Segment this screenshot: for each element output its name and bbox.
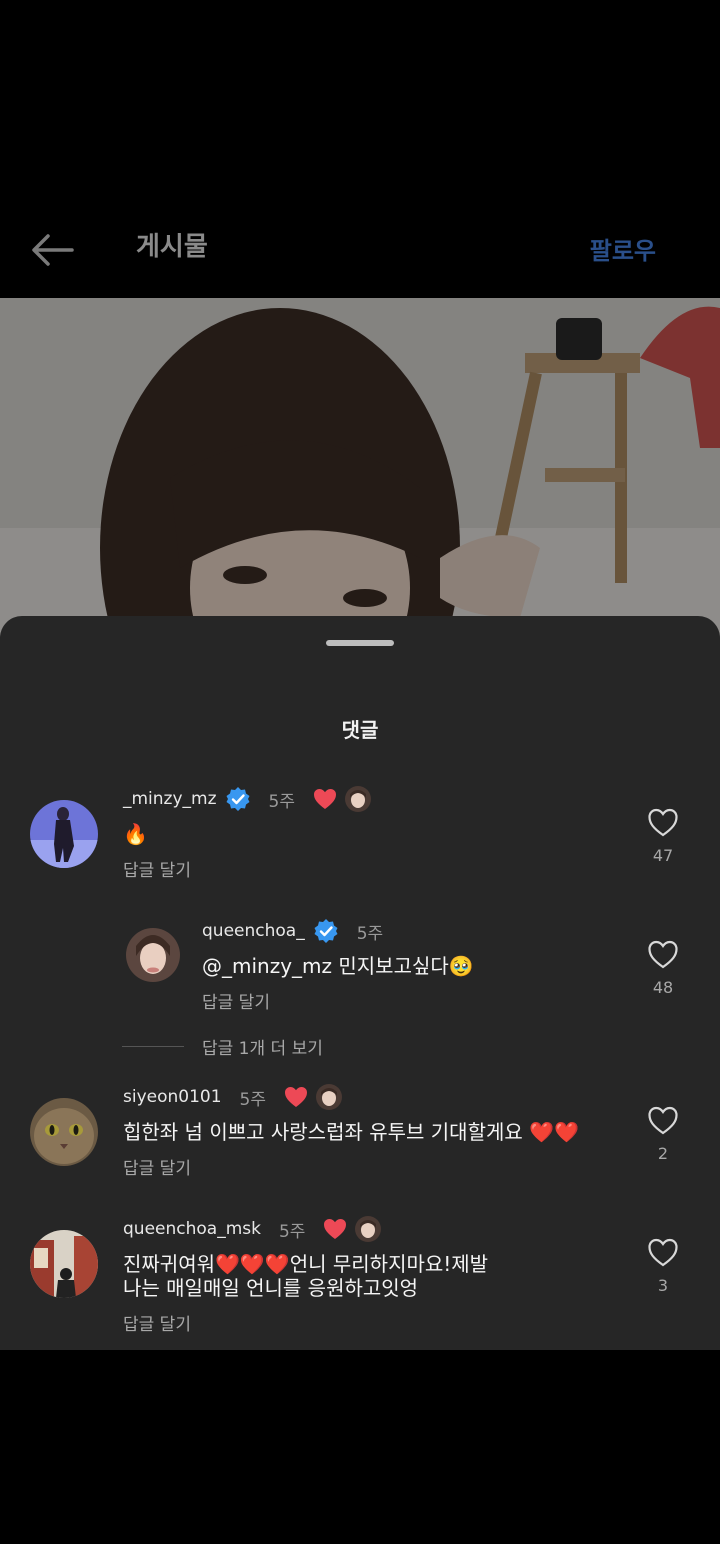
follow-button[interactable]: 팔로우: [590, 234, 656, 268]
status-bar-area: [0, 0, 720, 210]
author-avatar: [345, 786, 371, 812]
divider: [122, 1046, 184, 1047]
sheet-title: 댓글: [341, 718, 379, 742]
heart-filled-icon: [323, 1218, 347, 1240]
heart-outline-icon[interactable]: [647, 1106, 679, 1136]
top-bar: 게시물 팔로우: [0, 210, 720, 298]
verified-badge-icon: [313, 918, 339, 944]
comments-sheet: 댓글 _minzy_mz 5주 🔥 답글 달기 47 queenchoa_ 5주…: [0, 616, 720, 1350]
view-more-replies-label: 답글 1개 더 보기: [202, 1039, 323, 1059]
heart-filled-icon: [284, 1086, 308, 1108]
back-arrow-icon[interactable]: [28, 230, 76, 270]
comment-body: queenchoa_ 5주 @_minzy_mz 민지보고싶다🥹 답글 달기: [202, 916, 610, 1013]
comment-text: 힙한좌 넘 이쁘고 사랑스럽좌 유투브 기대할게요 ❤️❤️: [123, 1120, 579, 1144]
comment-body: queenchoa_msk 5주 진짜귀여워❤️❤️❤️언니 무리하지마요!제발…: [123, 1214, 610, 1335]
view-more-replies[interactable]: 답글 1개 더 보기: [122, 1034, 323, 1059]
comment-time: 5주: [356, 923, 384, 944]
avatar[interactable]: [30, 800, 98, 868]
comment-text: 🔥: [123, 822, 148, 846]
like-column: 47: [640, 808, 686, 865]
avatar[interactable]: [30, 1230, 98, 1298]
avatar[interactable]: [126, 928, 180, 982]
bottom-area: [0, 1350, 720, 1544]
like-column: 3: [640, 1238, 686, 1295]
like-column: 2: [640, 1106, 686, 1163]
heart-outline-icon[interactable]: [647, 808, 679, 838]
reply-button[interactable]: 답글 달기: [202, 988, 270, 1013]
comment-body: siyeon0101 5주 힙한좌 넘 이쁘고 사랑스럽좌 유투브 기대할게요 …: [123, 1082, 610, 1179]
like-count: 3: [657, 1276, 669, 1295]
avatar[interactable]: [30, 1098, 98, 1166]
reply-button[interactable]: 답글 달기: [123, 1310, 191, 1335]
comment-body: _minzy_mz 5주 🔥 답글 달기: [123, 784, 610, 881]
heart-filled-icon: [313, 788, 337, 810]
heart-outline-icon[interactable]: [647, 1238, 679, 1268]
page-title: 게시물: [136, 232, 208, 262]
comment-time: 5주: [268, 791, 295, 812]
reply-button[interactable]: 답글 달기: [123, 1154, 191, 1179]
username[interactable]: siyeon0101: [123, 1087, 222, 1107]
author-avatar: [316, 1084, 343, 1110]
drag-handle[interactable]: [326, 640, 394, 646]
verified-badge-icon: [225, 786, 251, 812]
like-column: 48: [640, 940, 686, 997]
comment-text: @_minzy_mz 민지보고싶다🥹: [202, 954, 474, 978]
username[interactable]: _minzy_mz: [123, 789, 217, 809]
like-count: 2: [657, 1144, 669, 1163]
like-count: 48: [652, 978, 674, 997]
like-count: 47: [652, 846, 674, 865]
dim-overlay: [0, 298, 720, 638]
author-avatar: [355, 1216, 382, 1242]
username[interactable]: queenchoa_: [202, 921, 305, 941]
comment-text: 진짜귀여워❤️❤️❤️언니 무리하지마요!제발 나는 매일매일 언니를 응원하고…: [123, 1252, 489, 1300]
heart-outline-icon[interactable]: [647, 940, 679, 970]
post-photo[interactable]: [0, 298, 720, 638]
comment-time: 5주: [278, 1221, 306, 1242]
reply-button[interactable]: 답글 달기: [123, 856, 191, 881]
comment-time: 5주: [239, 1089, 267, 1110]
username[interactable]: queenchoa_msk: [123, 1219, 261, 1239]
